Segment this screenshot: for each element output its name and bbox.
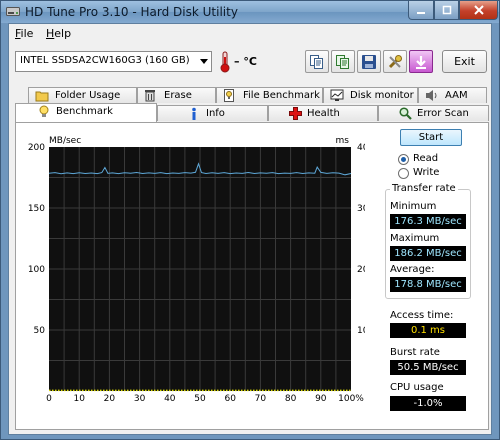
menu-help[interactable]: Help: [46, 27, 71, 40]
x-tick-label: 60: [224, 394, 236, 404]
right-axis-unit-label: ms: [336, 136, 350, 146]
info-icon: [192, 107, 196, 120]
save-button[interactable]: [357, 50, 381, 73]
cpu-usage-value: -1.0%: [390, 396, 466, 411]
chevron-down-icon: [200, 59, 208, 64]
x-tick-label: 0: [46, 394, 52, 404]
app-window: HD Tune Pro 3.10 - Hard Disk Utility Fil…: [0, 0, 500, 440]
chart-labels: MB/secms20015010050403020100102030405060…: [28, 136, 365, 404]
cpu-usage-label: CPU usage: [390, 382, 444, 393]
transfer-rate-title: Transfer rate: [390, 183, 458, 194]
write-label: Write: [413, 167, 440, 178]
tab-benchmark[interactable]: Benchmark: [15, 103, 157, 122]
red-cross-icon: [289, 107, 302, 120]
tools-icon: [388, 55, 402, 69]
maximum-label: Maximum: [390, 233, 440, 244]
minimize-icon: [417, 12, 425, 14]
average-value: 178.8 MB/sec: [390, 277, 466, 292]
x-tick-label: 30: [134, 394, 146, 404]
x-tick-label: 70: [255, 394, 267, 404]
magnifier-icon: [399, 107, 412, 120]
maximize-icon: [442, 5, 451, 15]
start-button[interactable]: Start: [400, 129, 462, 146]
x-tick-label: 90: [315, 394, 327, 404]
close-button[interactable]: [459, 1, 498, 20]
drive-select[interactable]: INTEL SSDSA2CW160G3 (160 GB): [15, 51, 212, 72]
options-button[interactable]: [383, 50, 407, 73]
write-radio[interactable]: [398, 168, 409, 179]
average-label: Average:: [390, 264, 435, 275]
window-title: HD Tune Pro 3.10 - Hard Disk Utility: [25, 5, 238, 19]
tab-error-scan[interactable]: Error Scan: [378, 105, 489, 121]
file-lightbulb-icon: [224, 89, 234, 102]
copy-all-button[interactable]: [331, 50, 355, 73]
access-time-value: 0.1 ms: [390, 323, 466, 338]
temperature-readout: – °C: [234, 55, 257, 68]
floppy-disk-icon: [362, 55, 376, 69]
lightbulb-icon: [39, 105, 49, 117]
y-left-tick-label: 100: [28, 265, 45, 275]
copy-icon: [310, 55, 323, 69]
left-axis-unit-label: MB/sec: [49, 136, 81, 146]
title-bar[interactable]: HD Tune Pro 3.10 - Hard Disk Utility: [1, 1, 499, 23]
maximum-value: 186.2 MB/sec: [390, 246, 466, 261]
minimize-button[interactable]: [408, 1, 434, 20]
minimum-label: Minimum: [390, 201, 437, 212]
menu-bar: File Help: [9, 24, 491, 44]
y-right-tick-label: 30: [357, 204, 365, 214]
x-tick-label: 40: [164, 394, 176, 404]
chart-grid: [49, 147, 351, 391]
thermometer-icon: [220, 51, 230, 73]
minimum-value: 176.3 MB/sec: [390, 214, 466, 229]
disk-drive-icon: [6, 7, 20, 16]
tab-folder-usage[interactable]: Folder Usage: [28, 87, 137, 103]
copy-info-button[interactable]: [305, 50, 329, 73]
exit-button[interactable]: Exit: [442, 50, 487, 73]
tab-aam[interactable]: AAM: [418, 87, 487, 103]
x-tick-label: 10: [73, 394, 85, 404]
tab-disk-monitor[interactable]: Disk monitor: [323, 87, 418, 103]
burst-rate-label: Burst rate: [390, 347, 440, 358]
monitor-chart-icon: [330, 89, 344, 101]
maximize-button[interactable]: [434, 1, 459, 20]
y-left-tick-label: 150: [28, 204, 45, 214]
tab-health[interactable]: Health: [268, 105, 378, 121]
y-right-tick-label: 10: [357, 326, 365, 336]
access-time-label: Access time:: [390, 310, 454, 321]
tab-file-benchmark[interactable]: File Benchmark: [216, 87, 323, 103]
copy-all-icon: [336, 55, 349, 69]
x-tick-label: 100%: [338, 394, 364, 404]
download-arrow-icon: [416, 56, 426, 69]
x-tick-label: 20: [104, 394, 116, 404]
tab-erase[interactable]: Erase: [137, 87, 216, 103]
y-right-tick-label: 40: [357, 143, 365, 153]
x-tick-label: 50: [194, 394, 206, 404]
menu-file[interactable]: File: [15, 27, 33, 40]
tab-info[interactable]: Info: [157, 105, 268, 121]
read-radio[interactable]: [398, 154, 409, 165]
trash-can-icon: [145, 90, 155, 102]
transfer-rate-chart: MB/secms20015010050403020100102030405060…: [28, 136, 365, 404]
drive-select-value: INTEL SSDSA2CW160G3 (160 GB): [20, 55, 190, 66]
x-tick-label: 80: [285, 394, 297, 404]
folder-icon: [35, 91, 49, 102]
speaker-icon: [426, 90, 437, 101]
y-right-tick-label: 20: [357, 265, 365, 275]
burst-rate-value: 50.5 MB/sec: [390, 360, 466, 375]
y-left-tick-label: 50: [34, 326, 46, 336]
y-left-tick-label: 200: [28, 143, 45, 153]
download-button[interactable]: [409, 50, 433, 73]
read-label: Read: [413, 153, 439, 164]
close-icon: [473, 5, 484, 15]
